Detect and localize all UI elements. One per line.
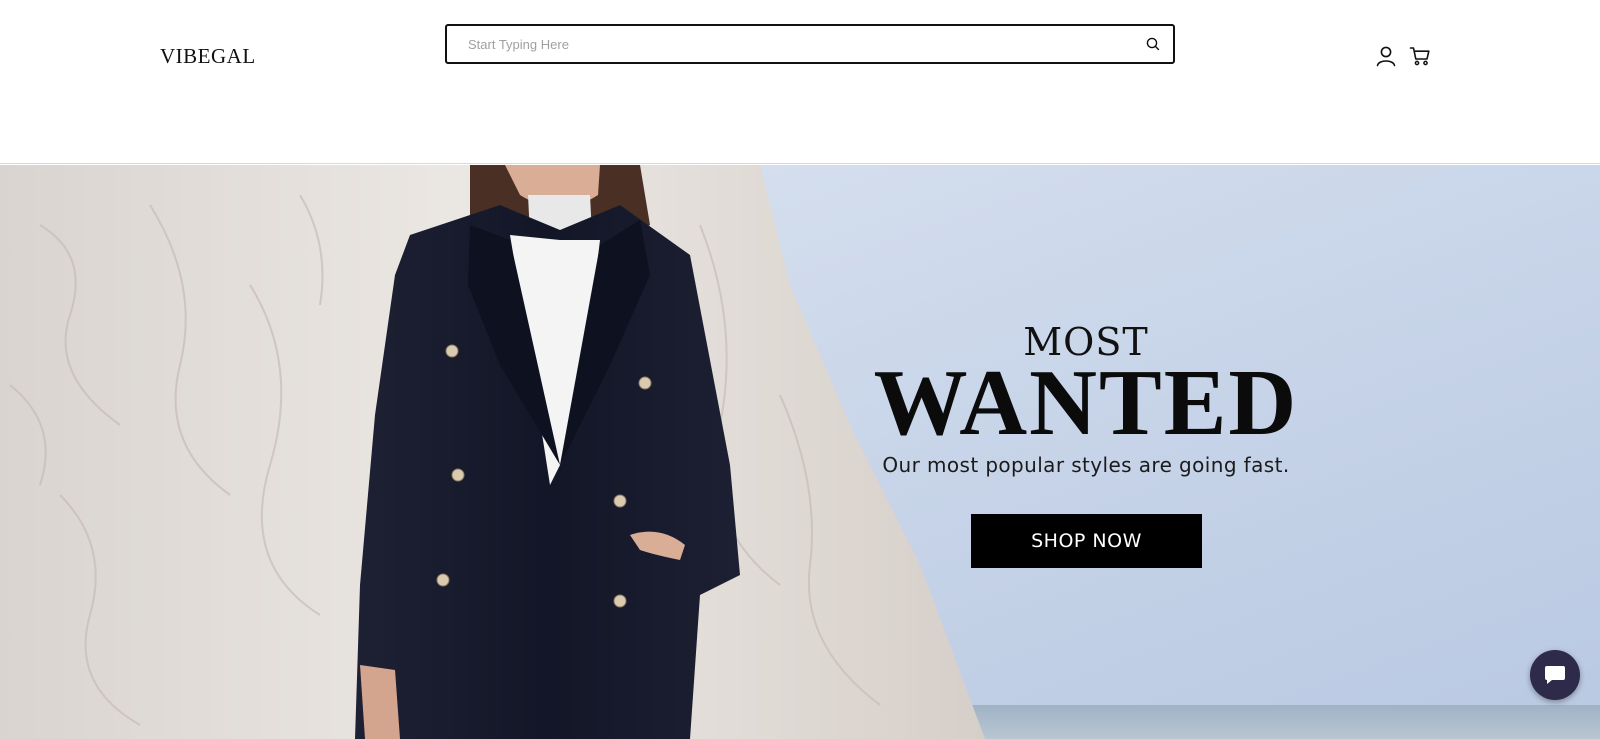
search-input[interactable] (447, 26, 1127, 62)
chat-bubble-icon (1545, 666, 1565, 684)
user-icon[interactable] (1374, 44, 1398, 68)
hero-subtitle: Our most popular styles are going fast. (882, 453, 1290, 477)
hero-banner: MOST WANTED Our most popular styles are … (0, 165, 1600, 739)
cart-icon[interactable] (1408, 44, 1432, 68)
hero-headline: MOST WANTED Our most popular styles are … (856, 323, 1316, 477)
search-icon[interactable] (1145, 36, 1161, 52)
hero-heading-large: WANTED (873, 351, 1299, 455)
chat-launcher-button[interactable] (1530, 650, 1580, 700)
site-logo[interactable]: VIBEGAL (160, 44, 256, 69)
shop-now-button[interactable]: SHOP NOW (971, 514, 1202, 568)
site-header: VIBEGAL (0, 0, 1600, 164)
hero-image (0, 165, 1600, 739)
search-bar (445, 24, 1175, 64)
